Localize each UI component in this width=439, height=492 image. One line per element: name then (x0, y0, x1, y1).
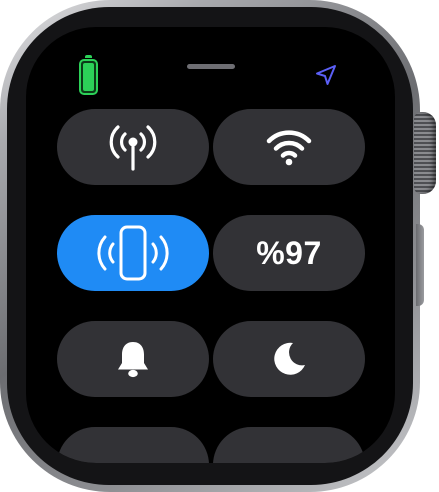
grabber-handle[interactable] (187, 64, 235, 69)
battery-status-icon (79, 55, 98, 95)
watch-stage: %97 (0, 0, 439, 492)
cellular-antenna-icon (109, 125, 157, 171)
ping-iphone-icon (97, 225, 169, 281)
battery-percentage-button[interactable]: %97 (213, 215, 365, 291)
moon-icon (274, 342, 305, 375)
control-tile-partial-left[interactable] (57, 427, 209, 463)
do-not-disturb-button[interactable] (213, 321, 365, 397)
cellular-button[interactable] (57, 109, 209, 185)
bell-icon (118, 342, 148, 378)
location-arrow-icon (316, 65, 336, 85)
silent-mode-button[interactable] (57, 321, 209, 397)
ping-iphone-button[interactable] (57, 215, 209, 291)
side-button[interactable] (416, 224, 424, 306)
control-tile-partial-right[interactable] (213, 427, 365, 463)
battery-percentage-label: %97 (256, 234, 322, 271)
wifi-button[interactable] (213, 109, 365, 185)
digital-crown[interactable] (414, 112, 436, 194)
wifi-icon (266, 130, 312, 166)
control-center-screen: %97 (26, 27, 395, 463)
